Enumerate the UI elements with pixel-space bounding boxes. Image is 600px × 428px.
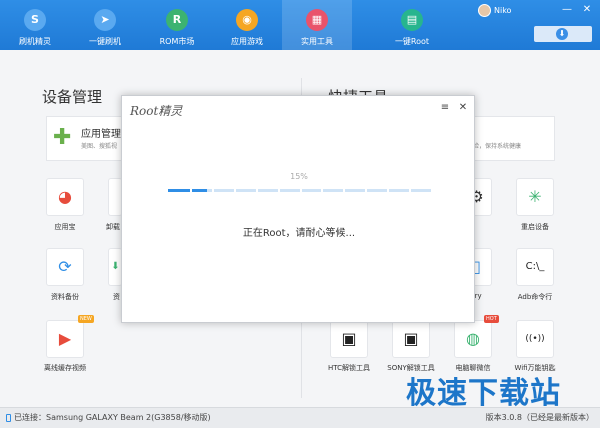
user-account[interactable]: Niko: [478, 4, 511, 18]
status-bar: 已连接：Samsung GALAXY Beam 2(G3858/移动版) 版本3…: [0, 407, 600, 428]
video-cache-icon[interactable]: ▶: [46, 320, 84, 358]
progress-message: 正在Root，请耐心等候...: [242, 228, 356, 239]
yingyongbao-icon[interactable]: ◕: [46, 178, 84, 216]
tab-label: 实用工具: [301, 37, 333, 46]
tab-shuaji-jingling[interactable]: S 刷机精灵: [0, 0, 70, 50]
hot-badge: HOT: [484, 315, 499, 323]
dialog-title: Root精灵: [130, 104, 183, 118]
tab-label: 应用游戏: [231, 37, 263, 46]
progress-segment-gap: [387, 189, 389, 192]
card-subtitle: 美图、搜狐视: [81, 143, 118, 150]
tab-one-click-flash[interactable]: ➤ 一键刷机: [70, 0, 140, 50]
tab-label: 刷机精灵: [19, 37, 51, 46]
progress-segment-gap: [212, 189, 214, 192]
uninstall-icon[interactable]: [108, 178, 122, 216]
progress-percent: 15%: [290, 172, 308, 181]
shield-icon: S: [24, 9, 46, 31]
tool-label: 离线缓存视频: [44, 364, 86, 372]
phone-icon: [6, 414, 11, 422]
tab-label: 一键Root: [394, 37, 430, 46]
connection-status: 已连接：Samsung GALAXY Beam 2(G3858/移动版): [14, 413, 211, 422]
top-navigation-bar: S 刷机精灵 ➤ 一键刷机 R ROM市场 ◉ 应用游戏 ▦ 实用工具 ▤ 一键…: [0, 0, 600, 50]
tab-utilities[interactable]: ▦ 实用工具: [282, 0, 352, 50]
close-dialog-button[interactable]: ✕: [457, 102, 469, 114]
new-badge: NEW: [78, 315, 94, 323]
progress-segment-gap: [256, 189, 258, 192]
tab-label: ROM市场: [159, 37, 195, 46]
wechat-icon[interactable]: ◍: [454, 320, 492, 358]
tool-label: 资: [113, 293, 120, 301]
progress-segment-gap: [365, 189, 367, 192]
tool-label: 卸载: [106, 223, 120, 231]
root-icon: ▤: [401, 9, 423, 31]
close-window-button[interactable]: ✕: [580, 3, 594, 17]
watermark: 极速下载站: [406, 376, 561, 411]
tools-grid-icon: ▦: [306, 9, 328, 31]
device-management-title: 设备管理: [42, 88, 103, 106]
adb-terminal-icon[interactable]: C:\_: [516, 248, 554, 286]
root-progress-dialog: Root精灵 ≡ ✕ 15% 正在Root，请耐心等候...: [121, 95, 475, 323]
menu-icon[interactable]: ≡: [439, 102, 451, 114]
progress-segment-gap: [300, 189, 302, 192]
htc-lock-icon[interactable]: ▣: [330, 320, 368, 358]
system-health-card[interactable]: 检，保持系统健康: [470, 116, 555, 161]
restore-icon[interactable]: ⬇: [108, 248, 122, 286]
progress-track: [168, 189, 431, 192]
tab-one-click-root[interactable]: ▤ 一键Root: [377, 0, 447, 50]
progress-segment-gap: [278, 189, 280, 192]
avatar: [478, 4, 491, 17]
app-game-icon: ◉: [236, 9, 258, 31]
minimize-button[interactable]: —: [560, 3, 574, 17]
tab-rom-market[interactable]: R ROM市场: [142, 0, 212, 50]
backup-icon[interactable]: ⟳: [46, 248, 84, 286]
sony-lock-icon[interactable]: ▣: [392, 320, 430, 358]
username: Niko: [494, 6, 512, 15]
puzzle-icon: ✚: [53, 125, 72, 150]
progress-segment-gap: [234, 189, 236, 192]
version-status: 版本3.0.8（已经是最新版本）: [485, 413, 594, 422]
progress-segment-gap: [190, 189, 192, 192]
download-manager-button[interactable]: ⬇: [534, 26, 592, 42]
wifi-key-icon[interactable]: ((•)): [516, 320, 554, 358]
tab-apps-games[interactable]: ◉ 应用游戏: [212, 0, 282, 50]
tool-label: Adb命令行: [517, 293, 553, 301]
tool-label: HTC解锁工具: [327, 364, 371, 372]
card-subtitle: 检，保持系统健康: [473, 143, 522, 150]
cursor-icon: ➤: [94, 9, 116, 31]
download-icon: ⬇: [556, 28, 568, 40]
rom-icon: R: [166, 9, 188, 31]
reboot-icon[interactable]: ✳: [516, 178, 554, 216]
card-title: 应用管理: [81, 129, 121, 140]
progress-fill: [168, 189, 207, 192]
progress-segment-gap: [409, 189, 411, 192]
tool-label: 重启设备: [521, 223, 549, 231]
tab-label: 一键刷机: [89, 37, 121, 46]
progress-segment-gap: [343, 189, 345, 192]
progress-segment-gap: [321, 189, 323, 192]
